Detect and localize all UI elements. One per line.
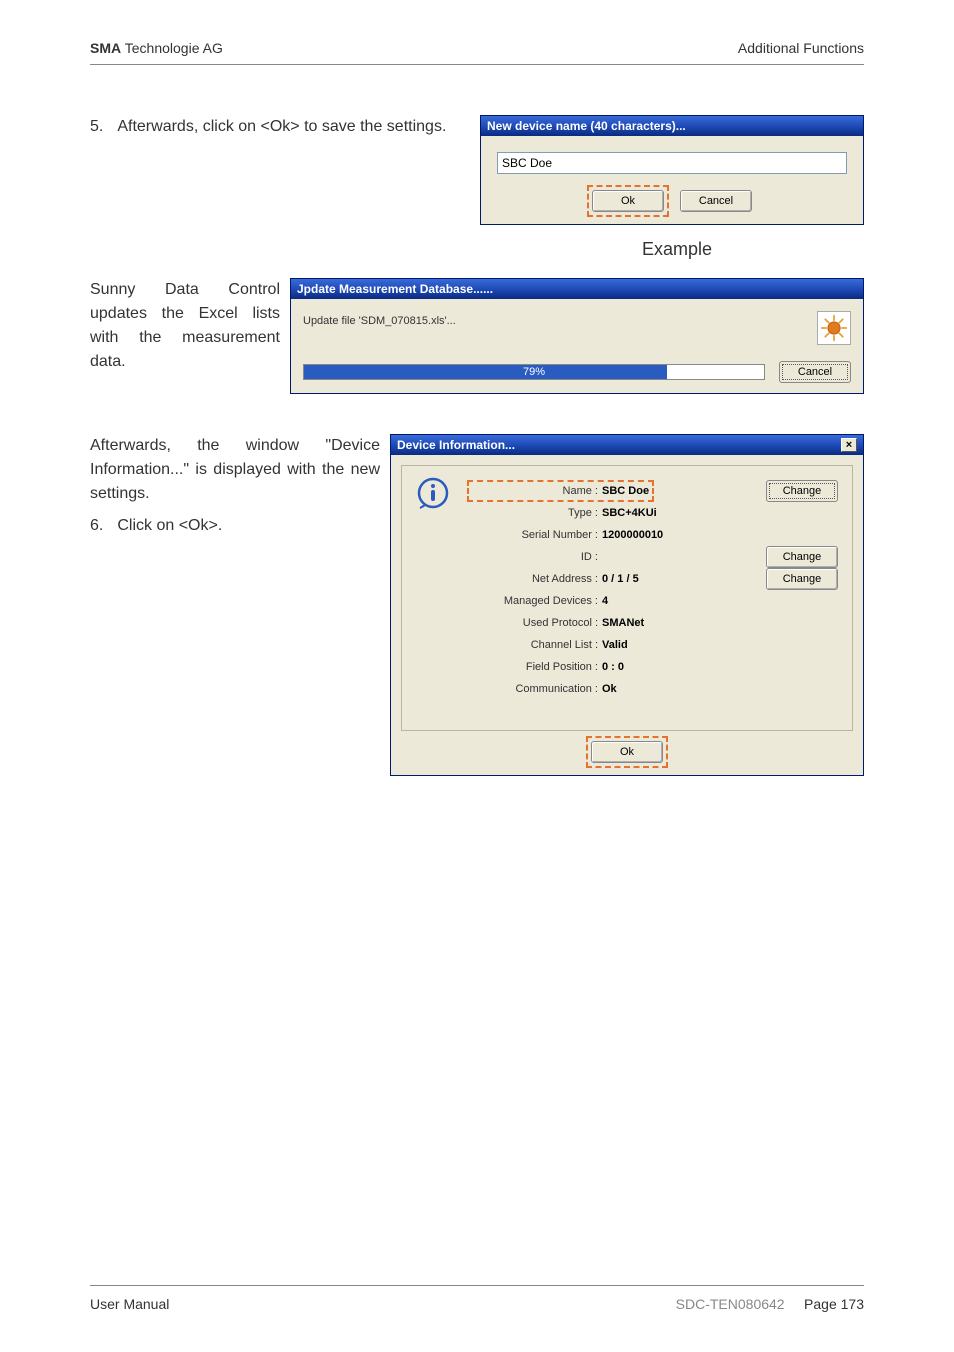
step5-number: 5. xyxy=(90,115,103,139)
section-device-info: Afterwards, the window "Device Informati… xyxy=(90,434,864,776)
update-paragraph: Sunny Data Control updates the Excel lis… xyxy=(90,278,280,374)
ok-highlight-devinfo: Ok xyxy=(591,741,663,763)
section-step5: 5. Afterwards, click on <Ok> to save the… xyxy=(90,115,864,225)
footer-right-group: SDC-TEN080642 Page 173 xyxy=(676,1296,864,1312)
row-field: Field Position : 0 : 0 xyxy=(472,656,838,678)
company-rest: Technologie AG xyxy=(121,40,223,56)
value-serial: 1200000010 xyxy=(602,529,663,541)
dialog2-titlebar: Jpdate Measurement Database...... xyxy=(291,279,863,299)
progress-percent: 79% xyxy=(304,365,764,379)
row-protocol: Used Protocol : SMANet xyxy=(472,612,838,634)
change-button-column: Change Change Change xyxy=(766,480,838,590)
header-rule xyxy=(90,64,864,65)
value-channel: Valid xyxy=(602,639,628,651)
cancel-button[interactable]: Cancel xyxy=(680,190,752,212)
dialog1-body: Ok Cancel xyxy=(481,136,863,224)
device-info-table: Name : SBC Doe Type : SBC+4KUi Serial Nu… xyxy=(472,480,838,700)
label-managed: Managed Devices : xyxy=(472,595,602,607)
dialog1-titlebar: New device name (40 characters)... xyxy=(481,116,863,136)
step6-number: 6. xyxy=(90,514,103,538)
devinfo-paragraph: Afterwards, the window "Device Informati… xyxy=(90,434,380,506)
ok-button-devinfo[interactable]: Ok xyxy=(591,741,663,763)
page-header: SMA Technologie AG Additional Functions xyxy=(90,40,864,56)
header-section: Additional Functions xyxy=(738,40,864,56)
dialog3-frame: Name : SBC Doe Type : SBC+4KUi Serial Nu… xyxy=(401,465,853,731)
footer-page-number: 173 xyxy=(841,1296,864,1312)
step6-body: Click on <Ok>. xyxy=(117,514,222,538)
value-type: SBC+4KUi xyxy=(602,507,657,519)
progress-bar: 79% xyxy=(303,364,765,380)
close-icon[interactable]: × xyxy=(841,438,857,452)
example-caption: Example xyxy=(90,239,864,260)
update-file-label: Update file 'SDM_070815.xls'... xyxy=(303,311,456,327)
company-bold: SMA xyxy=(90,40,121,56)
label-net: Net Address : xyxy=(472,573,602,585)
page-footer: User Manual SDC-TEN080642 Page 173 xyxy=(90,1285,864,1312)
label-name: Name : xyxy=(472,485,602,497)
value-name: SBC Doe xyxy=(602,485,649,497)
footer-left: User Manual xyxy=(90,1296,169,1312)
change-id-button[interactable]: Change xyxy=(766,546,838,568)
sun-icon xyxy=(817,311,851,345)
value-field: 0 : 0 xyxy=(602,661,624,673)
step5-text-block: 5. Afterwards, click on <Ok> to save the… xyxy=(90,115,470,139)
dialog3-ok-row: Ok xyxy=(391,741,863,775)
value-managed: 4 xyxy=(602,595,608,607)
step5-body: Afterwards, click on <Ok> to save the se… xyxy=(117,115,446,139)
dialog-new-device-name: New device name (40 characters)... Ok Ca… xyxy=(480,115,864,225)
change-net-button[interactable]: Change xyxy=(766,568,838,590)
devinfo-text-block: Afterwards, the window "Device Informati… xyxy=(90,434,380,538)
dialog3-title-text: Device Information... xyxy=(397,438,515,452)
label-id: ID : xyxy=(472,551,602,563)
step6-row: 6. Click on <Ok>. xyxy=(90,514,380,538)
change-name-button[interactable]: Change xyxy=(766,480,838,502)
header-company: SMA Technologie AG xyxy=(90,40,223,56)
ok-highlight: Ok xyxy=(592,190,664,212)
label-type: Type : xyxy=(472,507,602,519)
device-name-input[interactable] xyxy=(497,152,847,174)
cancel-update-button[interactable]: Cancel xyxy=(779,361,851,383)
dialog-device-information: Device Information... × Name : SBC Doe xyxy=(390,434,864,776)
value-net: 0 / 1 / 5 xyxy=(602,573,639,585)
name-highlight: Name : SBC Doe xyxy=(472,485,649,497)
footer-rule xyxy=(90,1285,864,1286)
dialog1-button-row: Ok Cancel xyxy=(497,190,847,212)
dialog2-body: Update file 'SDM_070815.xls'... xyxy=(291,299,863,393)
dialog2-row1: Update file 'SDM_070815.xls'... xyxy=(303,311,851,345)
dialog-update-db: Jpdate Measurement Database...... Update… xyxy=(290,278,864,394)
label-field: Field Position : xyxy=(472,661,602,673)
footer-page-label: Page xyxy=(804,1296,841,1312)
row-managed: Managed Devices : 4 xyxy=(472,590,838,612)
value-comm: Ok xyxy=(602,683,617,695)
section-update-db: Sunny Data Control updates the Excel lis… xyxy=(90,278,864,394)
label-comm: Communication : xyxy=(472,683,602,695)
label-protocol: Used Protocol : xyxy=(472,617,602,629)
label-channel: Channel List : xyxy=(472,639,602,651)
footer-row: User Manual SDC-TEN080642 Page 173 xyxy=(90,1296,864,1312)
value-protocol: SMANet xyxy=(602,617,644,629)
label-serial: Serial Number : xyxy=(472,529,602,541)
row-channel: Channel List : Valid xyxy=(472,634,838,656)
row-comm: Communication : Ok xyxy=(472,678,838,700)
dialog3-titlebar: Device Information... × xyxy=(391,435,863,455)
footer-doc-id: SDC-TEN080642 xyxy=(676,1296,785,1312)
dialog2-row2: 79% Cancel xyxy=(303,361,851,383)
info-icon xyxy=(416,476,450,510)
ok-button[interactable]: Ok xyxy=(592,190,664,212)
